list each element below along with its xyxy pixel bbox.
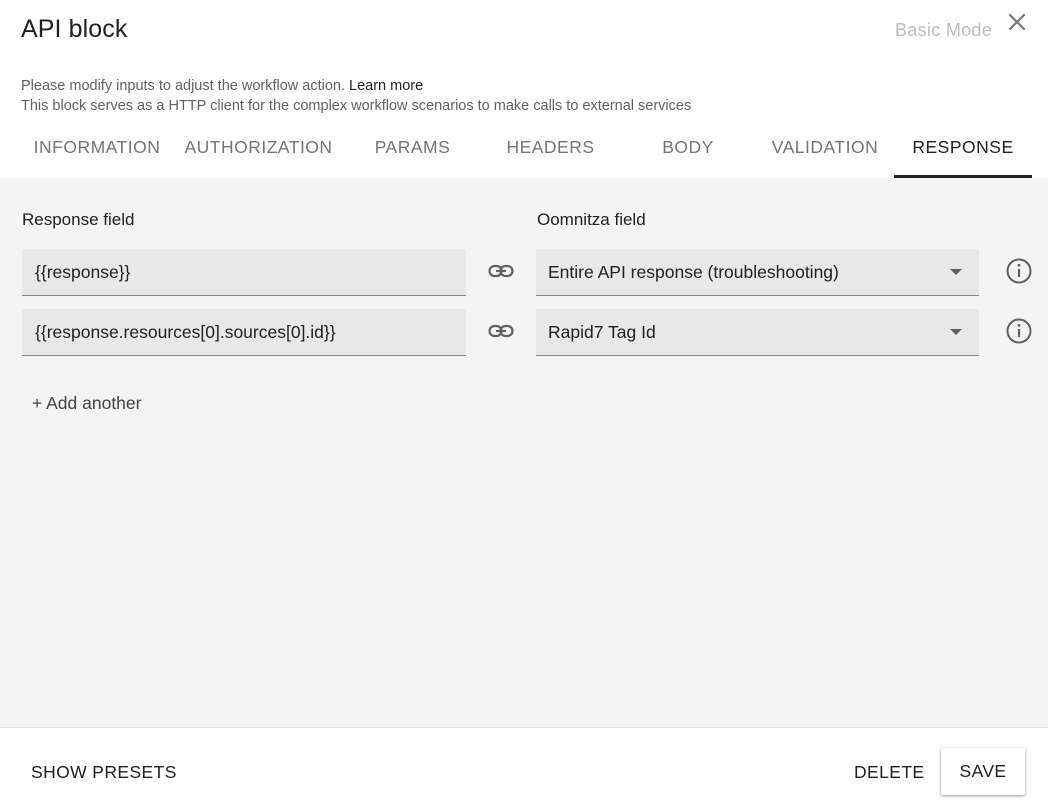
dialog-header: API block Basic Mode Please modify input… (0, 0, 1048, 178)
tab-body[interactable]: BODY (621, 126, 755, 178)
tab-response[interactable]: RESPONSE (894, 126, 1032, 178)
basic-mode-toggle[interactable]: Basic Mode (895, 20, 992, 41)
oomnitza-field-value: Rapid7 Tag Id (548, 322, 656, 342)
show-presets-button[interactable]: SHOW PRESETS (31, 762, 177, 783)
oomnitza-field-select[interactable]: Rapid7 Tag Id (536, 309, 979, 356)
save-button[interactable]: SAVE (941, 748, 1025, 795)
description-text: Please modify inputs to adjust the workf… (21, 78, 345, 94)
close-icon (1008, 13, 1026, 31)
oomnitza-field-value: Entire API response (troubleshooting) (548, 262, 839, 282)
link-icon (488, 324, 514, 338)
link-icon (488, 264, 514, 278)
close-button[interactable] (1004, 9, 1030, 35)
description-line-1: Please modify inputs to adjust the workf… (21, 78, 423, 94)
tab-information[interactable]: INFORMATION (22, 126, 172, 178)
oomnitza-field-select[interactable]: Entire API response (troubleshooting) (536, 249, 979, 296)
learn-more-link[interactable]: Learn more (349, 78, 423, 94)
tab-validation[interactable]: VALIDATION (763, 126, 887, 178)
tab-authorization[interactable]: AUTHORIZATION (180, 126, 337, 178)
chevron-down-icon (950, 329, 962, 335)
dialog-title: API block (21, 15, 128, 43)
dialog-footer: SHOW PRESETS DELETE SAVE (0, 727, 1048, 804)
add-another-button[interactable]: + Add another (32, 393, 141, 414)
response-field-input[interactable]: {{response}} (22, 249, 466, 296)
tab-params[interactable]: PARAMS (345, 126, 480, 178)
tab-bar: INFORMATION AUTHORIZATION PARAMS HEADERS… (0, 126, 1048, 178)
chevron-down-icon (950, 269, 962, 275)
tab-headers[interactable]: HEADERS (488, 126, 613, 178)
delete-button[interactable]: DELETE (854, 762, 924, 783)
oomnitza-field-label: Oomnitza field (537, 210, 646, 229)
info-icon[interactable] (1005, 317, 1033, 345)
response-panel: Response field Oomnitza field {{response… (0, 178, 1048, 727)
response-field-label: Response field (22, 210, 135, 229)
info-icon[interactable] (1005, 257, 1033, 285)
response-field-input[interactable]: {{response.resources[0].sources[0].id}} (22, 309, 466, 356)
description-line-2: This block serves as a HTTP client for t… (21, 98, 692, 114)
